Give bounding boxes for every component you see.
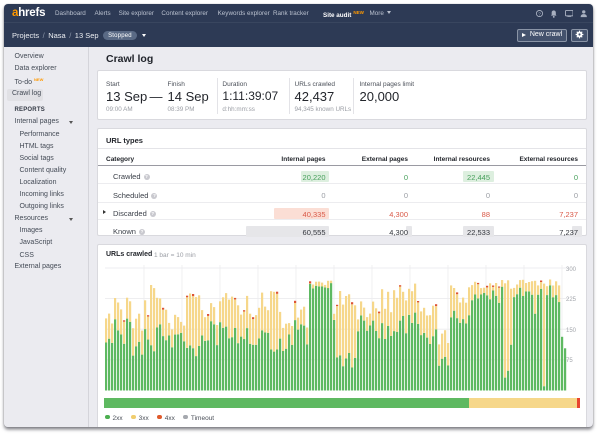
svg-text:?: ?	[538, 11, 541, 17]
